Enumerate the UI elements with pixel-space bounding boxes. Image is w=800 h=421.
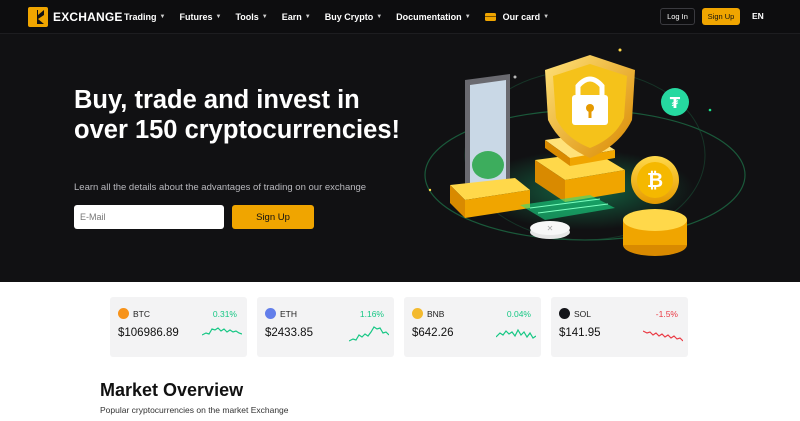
bnb-icon [412, 308, 423, 319]
ticker-symbol: ETH [280, 309, 297, 319]
ticker-change: 0.31% [212, 309, 237, 319]
menu-our-card-label: Our card [502, 11, 541, 22]
ticker-change: -1.5% [655, 309, 678, 319]
sparkline-chart [496, 328, 536, 339]
sparkline-chart [643, 330, 683, 342]
top-navbar: EXCHANGE Trading ▼ Futures ▼ Tools ▼ Ear… [0, 0, 800, 34]
main-menu: Trading ▼ Futures ▼ Tools ▼ Earn ▼ Buy C… [124, 0, 549, 33]
ticker-card-eth[interactable]: ETH 1.16% $2433.85 [257, 297, 394, 357]
ethereum-icon [265, 308, 276, 319]
menu-buy-crypto-label: Buy Crypto [324, 11, 374, 22]
menu-our-card[interactable]: Our card ▼ [484, 11, 550, 22]
ticker-card-bnb[interactable]: BNB 0.04% $642.26 [404, 297, 541, 357]
menu-documentation[interactable]: Documentation ▼ [396, 12, 470, 22]
menu-trading[interactable]: Trading ▼ [124, 12, 165, 22]
menu-earn[interactable]: Earn ▼ [282, 12, 311, 22]
sparkline-chart [349, 326, 389, 342]
security-illustration: ✕ ₿ ₮ [424, 48, 746, 256]
ticker-card-sol[interactable]: SOL -1.5% $141.95 [551, 297, 688, 357]
login-button[interactable]: Log In [660, 8, 695, 25]
brand-name[interactable]: EXCHANGE [53, 10, 123, 24]
chevron-down-icon: ▼ [376, 13, 383, 20]
ticker-symbol: SOL [574, 309, 592, 319]
chevron-down-icon: ▼ [215, 13, 222, 20]
ticker-strip: BTC 0.31% $106986.89 ETH 1.16% $2433.85 … [110, 297, 690, 357]
menu-tools[interactable]: Tools ▼ [235, 12, 267, 22]
chevron-down-icon: ▼ [543, 13, 550, 20]
header-signup-button[interactable]: Sign Up [702, 8, 740, 25]
hero-section: EXCHANGE Trading ▼ Futures ▼ Tools ▼ Ear… [0, 0, 800, 282]
chevron-down-icon: ▼ [464, 13, 471, 20]
menu-documentation-label: Documentation [396, 11, 462, 22]
ticker-change: 0.04% [506, 309, 531, 319]
menu-tools-label: Tools [235, 11, 259, 22]
ticker-card-btc[interactable]: BTC 0.31% $106986.89 [110, 297, 247, 357]
menu-earn-label: Earn [281, 11, 302, 22]
sparkline-chart [202, 327, 242, 336]
language-selector[interactable]: EN [752, 11, 764, 21]
ticker-price: $2433.85 [265, 327, 313, 339]
ticker-symbol: BTC [133, 309, 150, 319]
hero-headline: Buy, trade and invest in over 150 crypto… [74, 86, 400, 144]
hero-signup-button[interactable]: Sign Up [232, 205, 314, 229]
ticker-symbol: BNB [427, 309, 445, 319]
chevron-down-icon: ▼ [304, 13, 311, 20]
hero-subtitle: Learn all the details about the advantag… [74, 182, 367, 193]
svg-text:✕: ✕ [547, 224, 554, 233]
chevron-down-icon: ▼ [261, 13, 268, 20]
menu-futures-label: Futures [179, 11, 213, 22]
svg-text:₮: ₮ [670, 94, 681, 112]
menu-buy-crypto[interactable]: Buy Crypto ▼ [325, 12, 382, 22]
card-icon [484, 12, 496, 21]
ticker-price: $106986.89 [118, 327, 179, 339]
svg-text:₿: ₿ [647, 168, 663, 192]
market-overview-title: Market Overview [100, 380, 244, 400]
exchange-logo-icon[interactable] [28, 7, 48, 27]
menu-trading-label: Trading [124, 11, 157, 22]
market-overview-subtitle: Popular cryptocurrencies on the market E… [100, 405, 289, 415]
ticker-change: 1.16% [359, 309, 384, 319]
ticker-price: $642.26 [412, 327, 454, 339]
email-input[interactable] [74, 205, 224, 229]
bitcoin-icon [118, 308, 129, 319]
chevron-down-icon: ▼ [159, 13, 166, 20]
menu-futures[interactable]: Futures ▼ [179, 12, 221, 22]
solana-icon [559, 308, 570, 319]
ticker-price: $141.95 [559, 327, 601, 339]
